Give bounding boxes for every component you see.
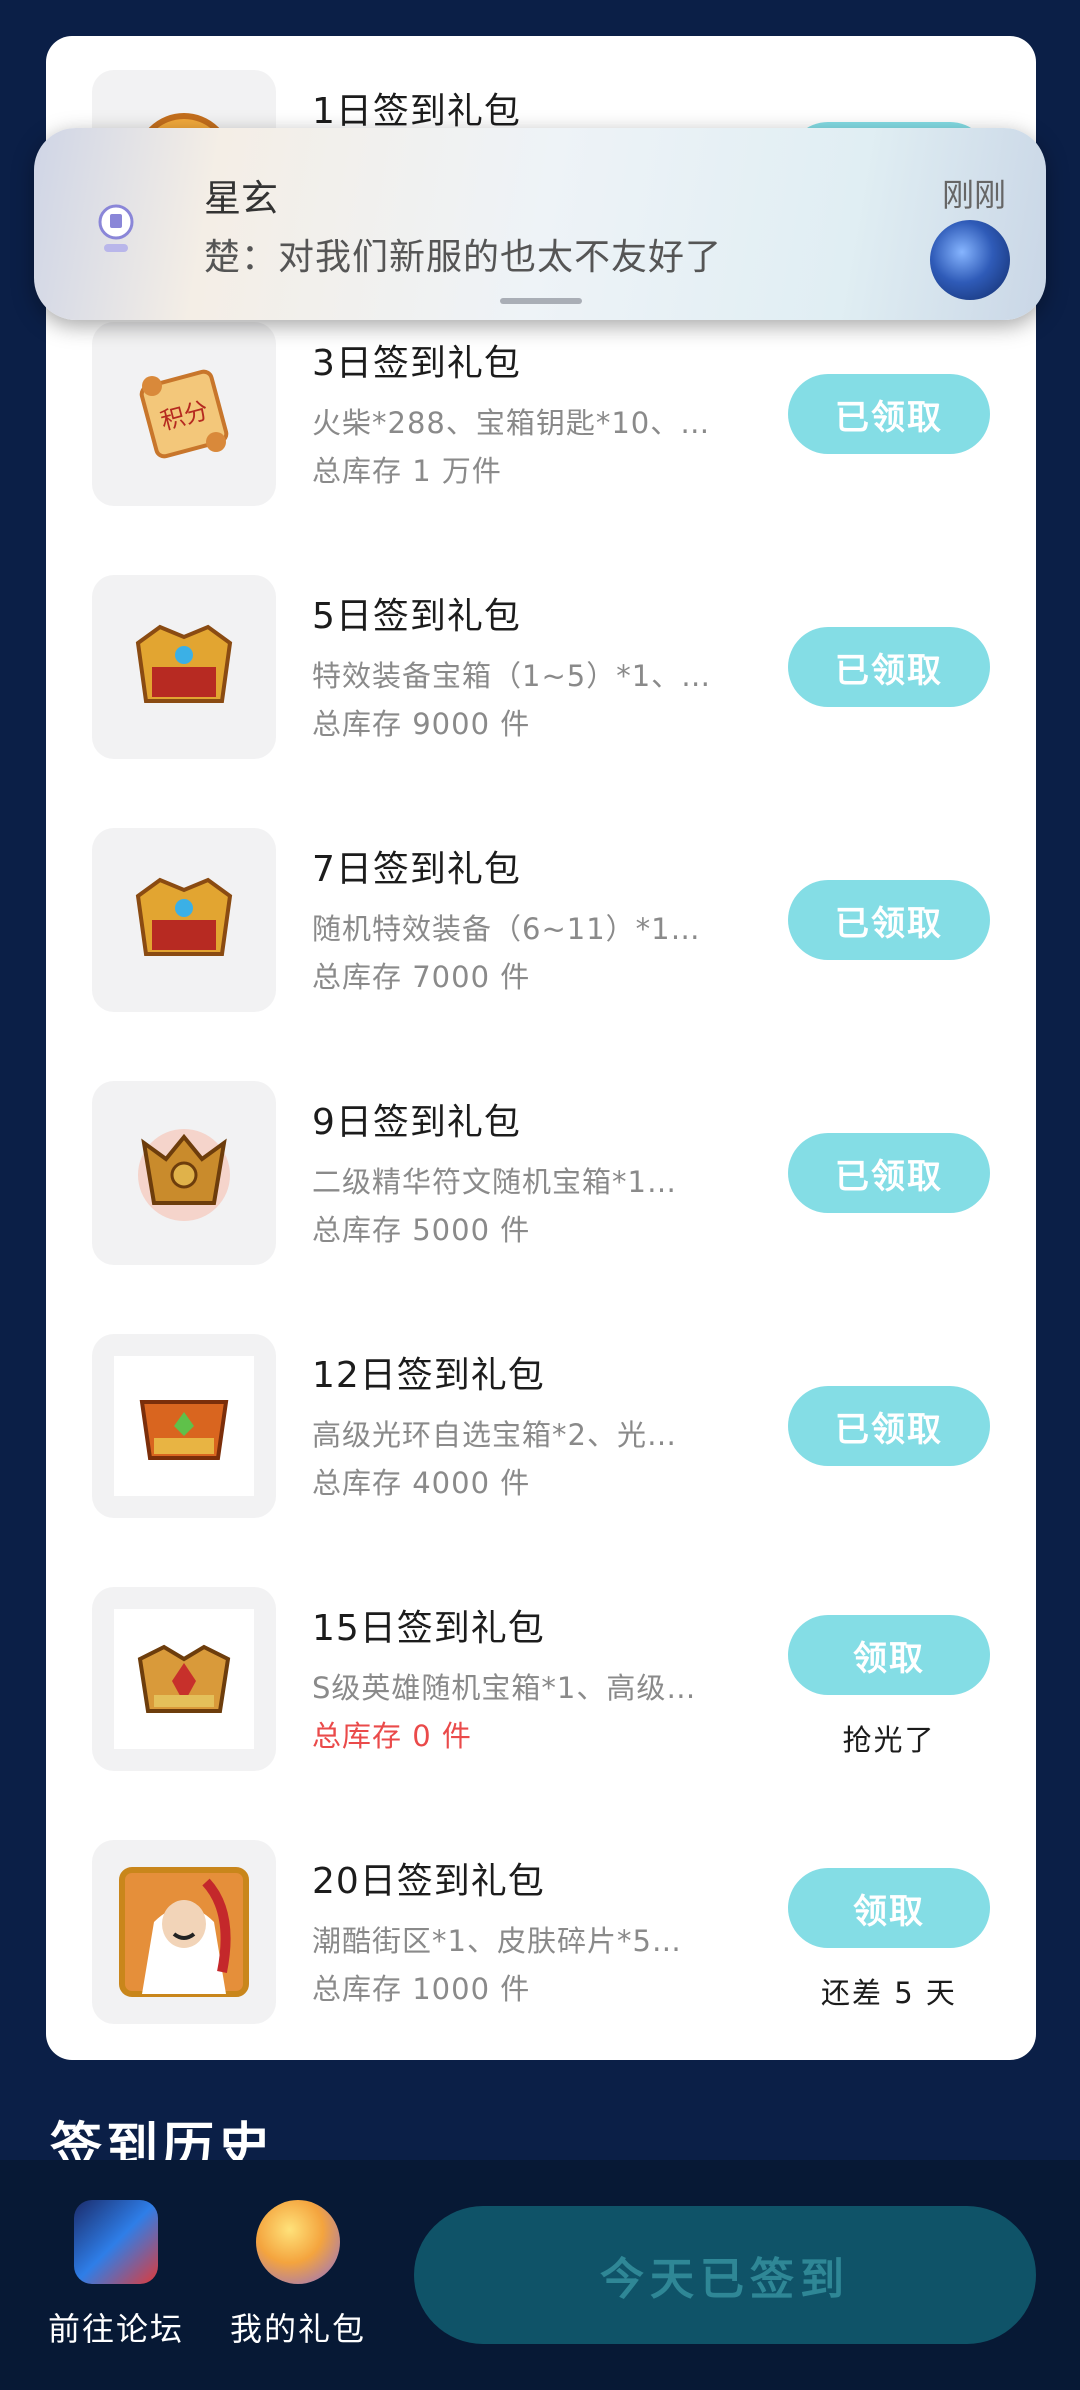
gift-thumbnail [92, 828, 276, 1012]
gift-thumbnail [92, 1334, 276, 1518]
forum-icon [74, 2200, 158, 2284]
gift-description: S级英雄随机宝箱*1、高级… [312, 1671, 697, 1705]
gift-stock: 总库存 4000 件 [312, 1466, 531, 1500]
gift-row-day7: 7日签到礼包 随机特效装备（6~11）*1… 总库存 7000 件 已领取 [46, 828, 1036, 1081]
gift-title: 20日签到礼包 [312, 1861, 545, 1902]
gift-description: 二级精华符文随机宝箱*1… [312, 1165, 677, 1199]
sender-avatar [930, 220, 1010, 300]
gift-description: 高级光环自选宝箱*2、光… [312, 1418, 677, 1452]
gift-stock: 总库存 9000 件 [312, 707, 531, 741]
gift-row-day20: 20日签到礼包 潮酷街区*1、皮肤碎片*5… 总库存 1000 件 领取 还差 … [46, 1840, 1036, 2093]
aura-chest-icon [139, 1400, 229, 1460]
message-notification[interactable]: 星玄 楚：对我们新服的也太不友好了 刚刚 [34, 128, 1046, 320]
gift-thumbnail [92, 1587, 276, 1771]
gift-row-day15: 15日签到礼包 S级英雄随机宝箱*1、高级… 总库存 0 件 领取 抢光了 [46, 1587, 1036, 1840]
gift-title: 7日签到礼包 [312, 849, 521, 890]
rune-chest-icon [138, 1129, 230, 1221]
gift-title: 1日签到礼包 [312, 91, 521, 132]
gift-title: 5日签到礼包 [312, 596, 521, 637]
notification-message: 楚：对我们新服的也太不友好了 [204, 237, 723, 278]
my-gifts-label: 我的礼包 [229, 2310, 366, 2348]
gift-thumbnail [92, 1081, 276, 1265]
claimed-button[interactable]: 已领取 [788, 880, 990, 960]
app-icon [98, 204, 134, 252]
forum-label: 前往论坛 [47, 2310, 184, 2348]
gift-description: 特效装备宝箱（1~5）*1、… [312, 659, 712, 693]
gift-image-frame [114, 1609, 254, 1749]
skin-avatar-icon [119, 1867, 249, 1997]
gift-thumbnail: 积分 [92, 322, 276, 506]
treasure-chest-icon [135, 624, 233, 703]
gift-thumbnail [92, 575, 276, 759]
gift-title: 9日签到礼包 [312, 1102, 521, 1143]
gift-stock: 总库存 1000 件 [312, 1972, 531, 2006]
gift-stock: 总库存 5000 件 [312, 1213, 531, 1247]
claim-button[interactable]: 领取 [788, 1868, 990, 1948]
notification-drag-handle[interactable] [500, 298, 582, 304]
gift-row-day12: 12日签到礼包 高级光环自选宝箱*2、光… 总库存 4000 件 已领取 [46, 1334, 1036, 1587]
gift-icon [256, 2200, 340, 2284]
claimed-button[interactable]: 已领取 [788, 374, 990, 454]
gift-description: 随机特效装备（6~11）*1… [312, 912, 701, 946]
gift-row-day3: 积分 3日签到礼包 火柴*288、宝箱钥匙*10、… 总库存 1 万件 已领取 [46, 322, 1036, 575]
forum-nav-button[interactable]: 前往论坛 [26, 2200, 206, 2350]
gift-row-day9: 9日签到礼包 二级精华符文随机宝箱*1… 总库存 5000 件 已领取 [46, 1081, 1036, 1334]
sold-out-note: 抢光了 [842, 1723, 936, 1757]
gift-image-frame [114, 1356, 254, 1496]
treasure-chest-icon [135, 877, 233, 956]
gift-stock: 总库存 1 万件 [312, 454, 502, 488]
notification-time: 刚刚 [941, 176, 1006, 214]
claim-button[interactable]: 领取 [788, 1615, 990, 1695]
claimed-button[interactable]: 已领取 [788, 1386, 990, 1466]
gift-description: 火柴*288、宝箱钥匙*10、… [312, 406, 711, 440]
gift-stock: 总库存 0 件 [312, 1719, 472, 1753]
claimed-button[interactable]: 已领取 [788, 627, 990, 707]
scroll-icon: 积分 [139, 369, 229, 459]
claimed-button[interactable]: 已领取 [788, 1133, 990, 1213]
days-remaining-note: 还差 5 天 [821, 1976, 957, 2010]
hero-chest-icon [137, 1644, 231, 1713]
gift-description: 潮酷街区*1、皮肤碎片*5… [312, 1924, 682, 1958]
gift-thumbnail [92, 1840, 276, 2024]
gift-stock: 总库存 7000 件 [312, 960, 531, 994]
gift-row-day5: 5日签到礼包 特效装备宝箱（1~5）*1、… 总库存 9000 件 已领取 [46, 575, 1036, 828]
checked-in-button[interactable]: 今天已签到 [414, 2206, 1036, 2344]
bottom-bar: 前往论坛 我的礼包 今天已签到 [0, 2160, 1080, 2390]
notification-sender: 星玄 [204, 177, 278, 220]
gift-title: 12日签到礼包 [312, 1355, 545, 1396]
gift-title: 3日签到礼包 [312, 343, 521, 384]
gift-title: 15日签到礼包 [312, 1608, 545, 1649]
my-gifts-nav-button[interactable]: 我的礼包 [208, 2200, 388, 2350]
